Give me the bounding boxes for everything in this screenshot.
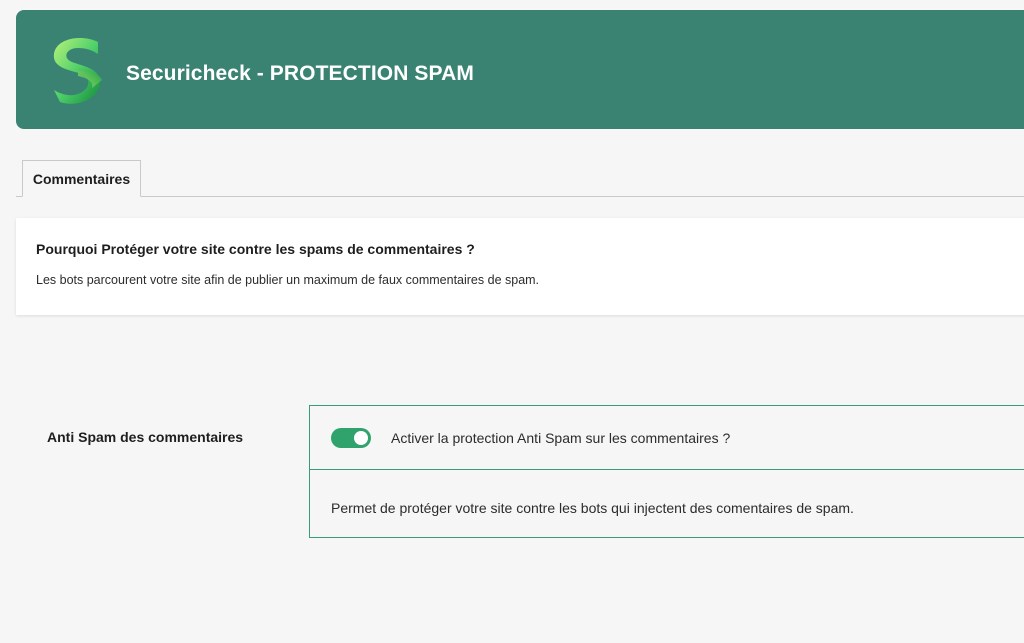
toggle-label: Activer la protection Anti Spam sur les … [391, 430, 731, 446]
setting-description: Permet de protéger votre site contre les… [331, 500, 854, 516]
setting-box: Activer la protection Anti Spam sur les … [309, 405, 1024, 538]
info-title: Pourquoi Protéger votre site contre les … [36, 241, 475, 257]
info-card: Pourquoi Protéger votre site contre les … [16, 218, 1024, 315]
header-banner: Securicheck - PROTECTION SPAM [16, 10, 1024, 129]
toggle-knob [354, 431, 368, 445]
setting-label: Anti Spam des commentaires [47, 429, 244, 445]
securicheck-logo-icon [53, 38, 102, 104]
app-title: Securicheck - PROTECTION SPAM [126, 62, 474, 85]
tab-commentaires[interactable]: Commentaires [22, 160, 141, 197]
setting-toggle-row: Activer la protection Anti Spam sur les … [310, 406, 1024, 470]
info-text: Les bots parcourent votre site afin de p… [36, 273, 540, 287]
anti-spam-toggle[interactable] [331, 428, 371, 448]
tab-bar-divider [16, 196, 1024, 197]
